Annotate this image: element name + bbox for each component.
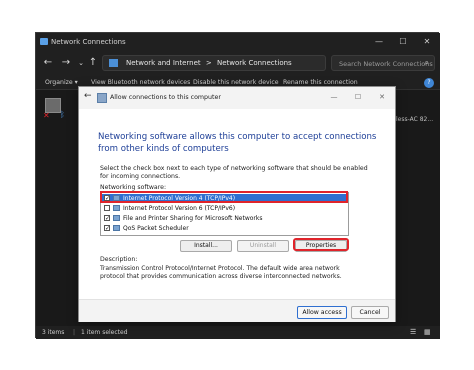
network-icon [97, 93, 107, 103]
forward-arrow-icon[interactable]: → [59, 56, 73, 70]
back-arrow-icon[interactable]: ← [84, 91, 92, 101]
checkbox-ipv6[interactable] [104, 205, 110, 211]
protocol-icon [113, 205, 120, 211]
description-label: Description: [100, 256, 138, 263]
cancel-button[interactable]: Cancel [351, 306, 389, 319]
service-icon [113, 225, 120, 231]
maximize-icon[interactable]: ☐ [351, 91, 365, 103]
maximize-icon[interactable]: ☐ [396, 36, 410, 48]
list-item-ipv6[interactable]: Internet Protocol Version 6 (TCP/IPv6) [102, 204, 347, 213]
ipv4-highlight-outline [100, 191, 348, 203]
tiles-view-icon[interactable]: ▦ [424, 328, 431, 336]
address-bar[interactable]: Network and Internet > Network Connectio… [102, 55, 326, 71]
back-arrow-icon[interactable]: ← [41, 56, 55, 70]
close-icon[interactable]: ✕ [375, 91, 389, 103]
list-item-label: File and Printer Sharing for Microsoft N… [123, 215, 263, 222]
disconnected-x-icon: ✕ [43, 111, 50, 120]
explorer-title: Network Connections [51, 38, 126, 46]
dialog-footer: Allow access Cancel [79, 299, 395, 322]
status-bar: 3 items | 1 item selected ☰ ▦ [36, 326, 440, 339]
list-item-label: Internet Protocol Version 6 (TCP/IPv6) [123, 205, 236, 212]
install-button[interactable]: Install... [180, 240, 232, 252]
breadcrumb-network-and-internet[interactable]: Network and Internet [126, 59, 201, 67]
dialog-heading: Networking software allows this computer… [98, 132, 377, 154]
list-item-label: QoS Packet Scheduler [123, 225, 189, 232]
checkbox-file-printer-sharing[interactable]: ✓ [104, 215, 110, 222]
checkbox-qos[interactable]: ✓ [104, 225, 110, 232]
selected-count: 1 item selected [81, 329, 128, 336]
status-divider: | [73, 329, 76, 336]
minimize-icon[interactable]: — [327, 91, 341, 103]
network-folder-icon [109, 59, 118, 67]
uninstall-button[interactable]: Uninstall [237, 240, 289, 252]
disable-device-button[interactable]: Disable this network device [193, 79, 279, 86]
search-icon: ⌕ [424, 58, 429, 67]
properties-highlight-outline [293, 238, 349, 251]
service-icon [113, 215, 120, 221]
allow-connections-dialog: ← Allow connections to this computer — ☐… [78, 86, 396, 322]
dialog-instructions: Select the check box next to each type o… [100, 165, 368, 180]
view-bluetooth-devices-button[interactable]: View Bluetooth network devices [91, 79, 190, 86]
dialog-title: Allow connections to this computer [110, 94, 221, 101]
bluetooth-icon: ᛒ [60, 110, 65, 119]
help-icon[interactable]: ? [424, 78, 434, 88]
networking-software-label: Networking software: [100, 184, 167, 191]
network-connections-app-icon [40, 38, 48, 45]
explorer-navbar: ← → ⌄ ↑ Network and Internet > Network C… [36, 51, 440, 75]
search-input[interactable]: Search Network Connections ⌕ [331, 55, 435, 71]
item-count: 3 items [42, 329, 65, 336]
breadcrumb: Network and Internet > Network Connectio… [126, 59, 292, 67]
explorer-titlebar: Network Connections — ☐ ✕ [36, 33, 440, 51]
list-item-qos[interactable]: ✓ QoS Packet Scheduler [102, 224, 347, 233]
adapter-name-partial: less-AC 82... [396, 116, 434, 123]
minimize-icon[interactable]: — [372, 36, 386, 48]
dialog-titlebar: ← Allow connections to this computer — ☐… [79, 87, 395, 109]
up-arrow-icon[interactable]: ↑ [86, 56, 100, 70]
allow-access-button[interactable]: Allow access [297, 306, 347, 319]
search-placeholder: Search Network Connections [339, 60, 433, 68]
organize-menu[interactable]: Organize ▾ [45, 79, 78, 86]
close-icon[interactable]: ✕ [420, 36, 434, 48]
description-text: Transmission Control Protocol/Internet P… [100, 265, 342, 280]
breadcrumb-network-connections[interactable]: Network Connections [217, 59, 292, 67]
list-item-file-printer-sharing[interactable]: ✓ File and Printer Sharing for Microsoft… [102, 214, 347, 223]
breadcrumb-separator: > [205, 59, 212, 67]
rename-connection-button[interactable]: Rename this connection [283, 79, 358, 86]
list-view-icon[interactable]: ☰ [410, 328, 416, 336]
